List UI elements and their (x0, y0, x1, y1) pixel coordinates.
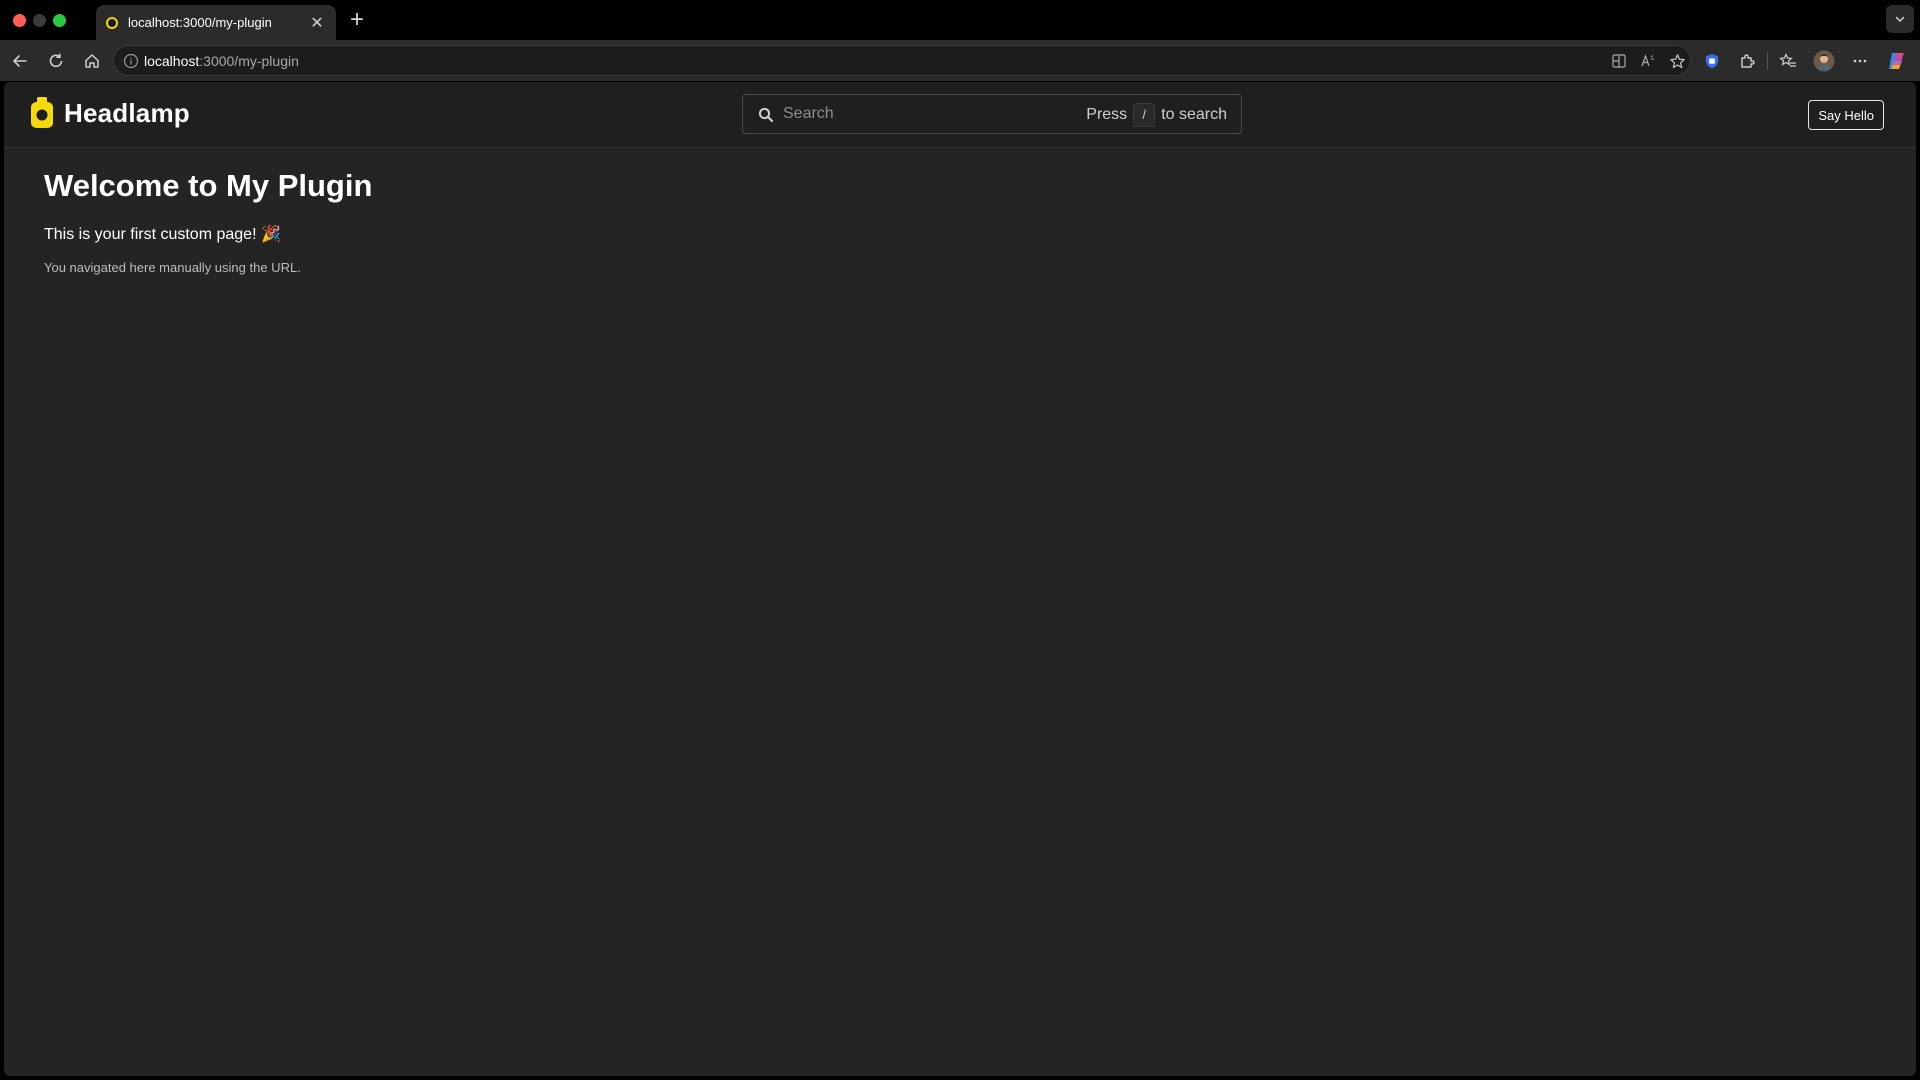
back-icon (12, 55, 27, 67)
search-hint-key: / (1133, 103, 1156, 127)
search-hint-suffix: to search (1161, 106, 1227, 123)
home-button[interactable] (79, 48, 105, 74)
copilot-button[interactable] (1884, 48, 1910, 74)
shield-extension-button[interactable] (1699, 48, 1725, 74)
favorites-button[interactable] (1775, 48, 1801, 74)
extensions-icon (1741, 54, 1755, 68)
favorites-icon (1779, 53, 1796, 67)
reload-button[interactable] (43, 48, 69, 74)
search-input[interactable]: Search Press / to search (742, 94, 1242, 134)
say-hello-button[interactable]: Say Hello (1808, 100, 1884, 130)
main-content: Welcome to My Plugin This is your first … (44, 168, 372, 275)
close-window-button[interactable] (13, 14, 26, 27)
party-popper-icon: 🎉 (260, 226, 281, 243)
minimize-window-button[interactable] (33, 14, 46, 27)
back-button[interactable] (7, 48, 33, 74)
page-title: Welcome to My Plugin (44, 168, 373, 203)
reload-icon (49, 53, 63, 68)
app-title: Headlamp (64, 97, 190, 128)
headlamp-logo-icon (31, 97, 53, 128)
address-path: :3000/my-plugin (199, 53, 299, 69)
page-viewport: Headlamp Search Press / to search Say He… (4, 82, 1916, 1076)
split-screen-button[interactable] (1610, 52, 1628, 70)
search-icon (758, 107, 774, 123)
app-bar: Headlamp Search Press / to search Say He… (4, 82, 1916, 148)
browser-tab[interactable]: localhost:3000/my-plugin ✕ (96, 5, 336, 40)
profile-avatar-icon (1813, 50, 1835, 72)
page-subtitle-text: This is your first custom page! (44, 226, 257, 243)
chevron-down-icon (1895, 16, 1905, 23)
extensions-button[interactable] (1734, 48, 1760, 74)
search-shortcut-hint: Press / to search (1086, 103, 1227, 127)
search-hint-prefix: Press (1086, 106, 1128, 123)
split-screen-icon (1612, 54, 1626, 68)
tab-favicon-icon (106, 16, 118, 29)
headlamp-logo[interactable]: Headlamp (28, 96, 190, 130)
address-url[interactable]: localhost:3000/my-plugin (144, 53, 299, 69)
browser-window: localhost:3000/my-plugin ✕ + localhost:3… (0, 0, 1920, 1080)
favorite-star-icon (1669, 53, 1685, 68)
browser-toolbar: localhost:3000/my-plugin (0, 40, 1920, 81)
new-tab-button[interactable]: + (345, 6, 369, 34)
read-aloud-button[interactable] (1639, 52, 1657, 70)
favorite-button[interactable] (1668, 52, 1686, 70)
shield-extension-icon (1706, 54, 1718, 69)
page-note: You navigated here manually using the UR… (44, 260, 301, 275)
home-icon (85, 54, 99, 68)
tab-close-icon[interactable]: ✕ (308, 13, 326, 33)
address-bar[interactable]: localhost:3000/my-plugin (113, 45, 1691, 76)
tab-title: localhost:3000/my-plugin (128, 15, 272, 30)
copilot-icon (1889, 53, 1904, 69)
maximize-window-button[interactable] (53, 14, 66, 27)
toolbar-separator (1767, 52, 1768, 70)
tab-strip: localhost:3000/my-plugin ✕ + (0, 0, 1920, 40)
more-icon (1853, 59, 1867, 63)
profile-button[interactable] (1811, 48, 1837, 74)
page-subtitle: This is your first custom page! 🎉 (44, 224, 372, 244)
address-host: localhost (144, 53, 200, 69)
read-aloud-icon (1641, 54, 1654, 67)
search-placeholder: Search (783, 105, 834, 122)
tab-actions-button[interactable] (1886, 5, 1914, 33)
more-button[interactable] (1847, 48, 1873, 74)
info-icon[interactable] (123, 53, 139, 69)
